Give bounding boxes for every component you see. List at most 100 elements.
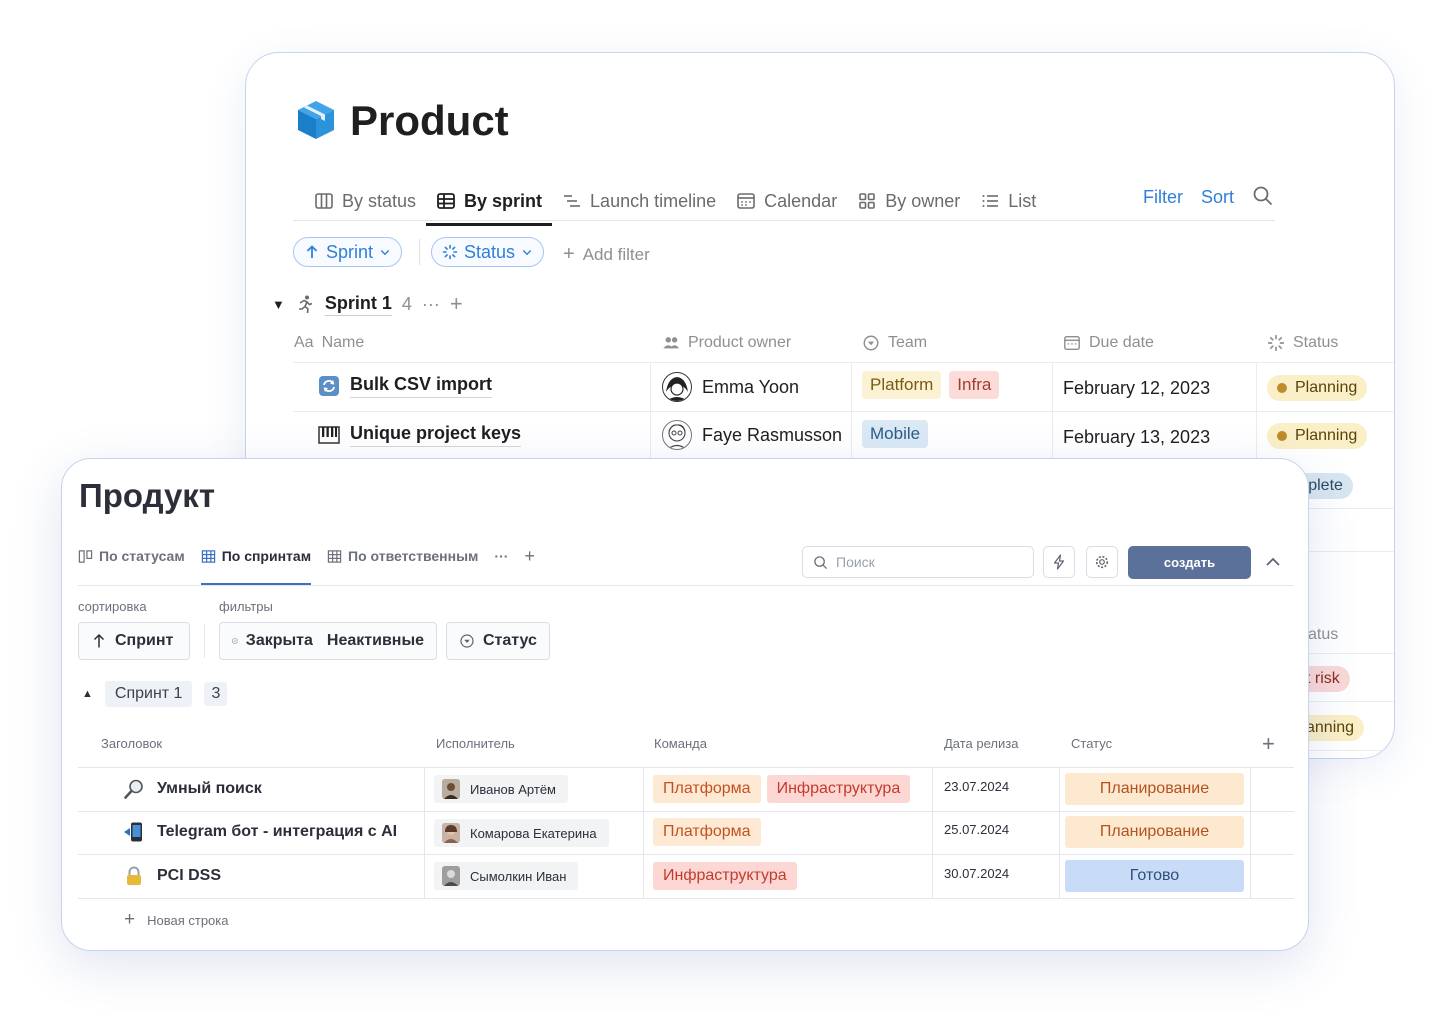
package-icon [298, 101, 334, 139]
chevron-down-icon [380, 250, 390, 256]
team-cell[interactable]: Platform Infra [862, 371, 1000, 399]
new-row-button[interactable]: + Новая строка [124, 909, 229, 931]
add-filter-button[interactable]: + Add filter [563, 243, 650, 266]
chip-label: Спринт [115, 632, 174, 649]
team-cell[interactable]: Платформа [653, 818, 761, 846]
sprint-sort-pill[interactable]: Sprint [293, 237, 403, 267]
group-name[interactable]: Спринт 1 [104, 681, 193, 707]
team-cell[interactable]: Инфраструктура [653, 862, 797, 890]
create-button[interactable]: создать [1128, 546, 1251, 579]
plus-icon[interactable]: + [450, 291, 463, 317]
table-icon [437, 193, 455, 209]
tab-by-owner[interactable]: By owner [847, 181, 970, 221]
chip-divider [204, 624, 205, 658]
new-row-label: Новая строка [147, 912, 229, 928]
more-icon[interactable]: ··· [422, 294, 440, 315]
avatar [662, 372, 692, 402]
filters-section-label: фильтры [219, 599, 273, 614]
tab-by-sprint[interactable]: По спринтам [200, 543, 312, 585]
column-header-status[interactable]: Status [1267, 334, 1338, 352]
status-label: Planning [1295, 427, 1358, 444]
tab-calendar[interactable]: Calendar [726, 181, 847, 221]
status-badge[interactable]: Планирование [1065, 816, 1244, 848]
add-tab-button[interactable]: + [524, 546, 535, 567]
status-label: anning [1306, 719, 1355, 736]
tab-label: Calendar [764, 190, 838, 211]
table-row-title[interactable]: Умный поиск [123, 778, 262, 800]
view-tabs: По статусам По спринтам По ответственным… [78, 543, 535, 585]
table-row-title[interactable]: Telegram бот - интеграция с AI [123, 821, 397, 843]
team-cell[interactable]: Mobile [862, 420, 929, 448]
search-icon[interactable] [1252, 185, 1274, 207]
column-header-owner[interactable]: Product owner [662, 334, 791, 352]
column-header-due-date[interactable]: Due date [1063, 334, 1154, 352]
checkbox-icon [232, 638, 238, 644]
due-date-cell[interactable]: February 13, 2023 [1063, 427, 1210, 448]
collapse-triangle-icon[interactable]: ▲ [82, 688, 93, 700]
piano-icon [318, 426, 340, 444]
column-label: Due date [1089, 334, 1154, 351]
settings-button[interactable] [1086, 546, 1118, 578]
magnifier-icon [124, 779, 143, 799]
search-placeholder: Поиск [836, 554, 875, 570]
column-header-name[interactable]: Aa Name [294, 334, 364, 352]
automation-button[interactable] [1043, 546, 1075, 578]
tab-by-assignee[interactable]: По ответственным [327, 543, 478, 569]
team-tag-infrastructure: Инфраструктура [653, 862, 797, 890]
release-date-cell[interactable]: 30.07.2024 [944, 866, 1009, 881]
column-header-status[interactable]: Статус [1071, 736, 1112, 751]
tab-launch-timeline[interactable]: Launch timeline [552, 181, 726, 221]
status-badge[interactable]: Planning [1267, 423, 1368, 449]
column-header-team[interactable]: Team [862, 334, 927, 352]
sort-button[interactable]: Sort [1201, 187, 1234, 208]
assignee-chip[interactable]: Сымолкин Иван [434, 862, 579, 890]
column-header-team[interactable]: Команда [654, 736, 707, 751]
columns-icon [315, 193, 333, 209]
table-row-name[interactable]: Unique project keys [318, 423, 522, 447]
text-property-icon: Aa [294, 334, 314, 351]
owner-cell[interactable]: Faye Rasmusson [662, 420, 842, 450]
release-date-cell[interactable]: 25.07.2024 [944, 822, 1009, 837]
status-badge[interactable]: Готово [1065, 860, 1244, 892]
tab-by-status[interactable]: By status [304, 181, 426, 221]
tab-by-status[interactable]: По статусам [78, 543, 185, 569]
more-tabs-icon[interactable]: ··· [494, 548, 508, 564]
tab-by-sprint[interactable]: By sprint [426, 181, 553, 226]
team-cell[interactable]: Платформа Инфраструктура [653, 775, 911, 803]
status-label: t risk [1306, 670, 1340, 687]
column-header-release-date[interactable]: Дата релиза [944, 736, 1018, 751]
row-title: Bulk CSV import [350, 374, 493, 398]
column-divider [1250, 767, 1251, 898]
tab-label: По статусам [99, 548, 185, 564]
filter-chip-status[interactable]: Статус [446, 622, 550, 660]
tab-list[interactable]: List [970, 181, 1046, 221]
group-name[interactable]: Sprint 1 [324, 293, 392, 316]
add-column-button[interactable]: + [1262, 731, 1275, 757]
filter-chip-closed[interactable]: Закрыта Неактивные [219, 622, 437, 660]
assignee-name: Комарова Екатерина [470, 825, 597, 841]
lightning-icon [1053, 554, 1065, 570]
column-header-status-partial: atus [1308, 626, 1339, 643]
sort-chip-sprint[interactable]: Спринт [78, 622, 190, 660]
assignee-chip[interactable]: Комарова Екатерина [434, 819, 609, 847]
column-header-title[interactable]: Заголовок [101, 736, 162, 751]
status-badge[interactable]: Планирование [1065, 773, 1244, 805]
assignee-chip[interactable]: Иванов Артём [434, 775, 568, 803]
filter-button[interactable]: Filter [1143, 187, 1183, 208]
due-date-cell[interactable]: February 12, 2023 [1063, 378, 1210, 399]
team-tag-mobile: Mobile [862, 420, 929, 448]
status-filter-pill[interactable]: Status [431, 237, 545, 267]
chevron-up-icon[interactable] [1262, 551, 1284, 573]
column-header-assignee[interactable]: Исполнитель [436, 736, 515, 751]
collapse-triangle-icon[interactable]: ▼ [272, 297, 285, 312]
arrow-up-icon [306, 245, 318, 258]
release-date-cell[interactable]: 23.07.2024 [944, 779, 1009, 794]
search-input[interactable]: Поиск [802, 546, 1034, 578]
status-badge[interactable]: Planning [1267, 375, 1368, 401]
table-row-title[interactable]: PCI DSS [123, 865, 221, 887]
owner-cell[interactable]: Emma Yoon [662, 372, 799, 402]
arrow-up-icon [93, 633, 105, 648]
table-row-name[interactable]: Bulk CSV import [318, 374, 493, 398]
search-icon [814, 555, 828, 569]
row-divider [293, 411, 1394, 412]
